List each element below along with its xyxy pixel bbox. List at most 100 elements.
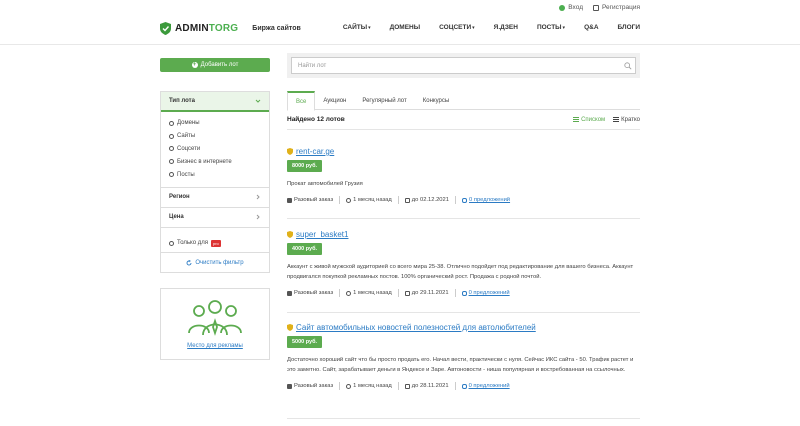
search-bar: Найти лот xyxy=(287,53,640,78)
main-nav: САЙТЫ▾ ДОМЕНЫ СОЦСЕТИ▾ Я.ДЗЕН ПОСТЫ▾ Q&A… xyxy=(343,24,640,31)
list-icon xyxy=(573,117,580,122)
tab-auction[interactable]: Аукцион xyxy=(315,91,354,110)
caret-down-icon: ▾ xyxy=(562,25,566,31)
briefcase-icon xyxy=(287,197,292,203)
filter-region[interactable]: Регион xyxy=(161,186,269,207)
lot-type-option-sites[interactable]: Сайты xyxy=(169,130,261,143)
meta-separator xyxy=(454,196,456,204)
meta-separator xyxy=(454,382,456,390)
results-count: Найдено 12 лотов xyxy=(287,116,345,123)
option-label: Посты xyxy=(177,171,195,178)
add-lot-button[interactable]: + Добавить лот xyxy=(160,58,270,72)
calendar-icon xyxy=(404,383,410,389)
lot-type-option-business[interactable]: Бизнес в интернете xyxy=(169,155,261,168)
shield-icon xyxy=(287,148,293,155)
clear-filter-button[interactable]: Очистить фильтр xyxy=(161,252,269,272)
logo[interactable]: ADMINTORG Биржа сайтов xyxy=(160,22,301,35)
lot-type-option-posts[interactable]: Посты xyxy=(169,168,261,181)
lot-date-text: 1 месяц назад xyxy=(353,383,392,389)
register-link[interactable]: Регистрация xyxy=(593,4,640,11)
lot-deadline-text: до 28.11.2021 xyxy=(411,383,449,389)
lot-type-list: Домены Сайты Соцсети Бизнес в интернете … xyxy=(161,112,269,187)
meta-separator xyxy=(454,289,456,297)
lot-item: rent-car.ge 8000 руб. Прокат автомобилей… xyxy=(287,147,640,204)
login-link[interactable]: Вход xyxy=(559,4,583,11)
clock-icon xyxy=(346,197,352,203)
nav-label: БЛОГИ xyxy=(617,24,640,31)
calendar-icon xyxy=(404,197,410,203)
nav-label: Q&A xyxy=(584,24,599,31)
lot-date: 1 месяц назад xyxy=(346,383,392,389)
shield-icon xyxy=(287,231,293,238)
nav-item-zen[interactable]: Я.ДЗЕН xyxy=(494,24,518,31)
caret-down-icon: ▾ xyxy=(368,25,371,31)
lot-offers-link[interactable]: 0 предложений xyxy=(469,197,510,203)
pro-badge: pro xyxy=(210,239,221,247)
lot-description: Достаточно хороший сайт что бы просто пр… xyxy=(287,357,634,373)
filter-price[interactable]: Цена xyxy=(161,206,269,227)
nav-item-blogs[interactable]: БЛОГИ xyxy=(618,24,640,31)
lot-description: Прокат автомобилей Грузия xyxy=(287,181,363,187)
lot-offers-link[interactable]: 0 предложений xyxy=(469,383,510,389)
option-label: Соцсети xyxy=(177,145,201,152)
lot-offers-link[interactable]: 0 предложений xyxy=(469,290,510,296)
tab-all[interactable]: Все xyxy=(287,91,316,111)
filter-panel: Тип лота Домены Сайты Соцсети Бизнес в и… xyxy=(160,91,270,273)
caret-down-icon: ▾ xyxy=(472,25,475,31)
lot-description: Аккаунт с живой мужской аудиторией со вс… xyxy=(287,264,634,280)
region-label: Регион xyxy=(169,194,190,201)
meta-separator xyxy=(339,196,341,204)
meta-separator xyxy=(339,289,341,297)
chevron-right-icon xyxy=(256,195,260,200)
brand-part-admin: ADMIN xyxy=(175,23,209,34)
chevron-right-icon xyxy=(256,215,260,220)
filter-lot-type-header[interactable]: Тип лота xyxy=(161,92,269,112)
lot-title-link[interactable]: super_basket1 xyxy=(296,230,348,239)
price-label: Цена xyxy=(169,214,184,221)
tab-contests[interactable]: Конкурсы xyxy=(415,91,457,110)
lot-meta: Разовый заказ 1 месяц назад до 02.12.202… xyxy=(287,196,640,204)
lot-type-option-social[interactable]: Соцсети xyxy=(169,143,261,156)
nav-item-social[interactable]: СОЦСЕТИ▾ xyxy=(439,24,475,31)
nav-label: СОЦСЕТИ xyxy=(439,24,472,31)
lot-type-option-domains[interactable]: Домены xyxy=(169,117,261,130)
view-brief-button[interactable]: Кратко xyxy=(613,117,640,123)
brand-name: ADMINTORG xyxy=(175,23,238,34)
clear-filter-label: Очистить фильтр xyxy=(195,259,244,266)
search-icon[interactable] xyxy=(624,62,632,70)
people-icon xyxy=(188,300,242,336)
nav-item-domains[interactable]: ДОМЕНЫ xyxy=(390,24,421,31)
nav-item-posts[interactable]: ПОСТЫ▾ xyxy=(537,24,565,31)
option-label: Сайты xyxy=(177,133,196,140)
view-brief-label: Кратко xyxy=(621,117,640,123)
lot-offers: 0 предложений xyxy=(461,383,510,389)
radio-icon xyxy=(169,146,174,152)
shield-icon xyxy=(287,324,293,331)
lot-price: 8000 руб. xyxy=(287,160,323,172)
lot-deadline-text: до 02.12.2021 xyxy=(411,197,449,203)
nav-label: Я.ДЗЕН xyxy=(493,24,518,31)
header: ADMINTORG Биржа сайтов САЙТЫ▾ ДОМЕНЫ СОЦ… xyxy=(0,16,800,44)
meta-separator xyxy=(397,196,399,204)
view-list-button[interactable]: Списком xyxy=(573,117,605,123)
nav-label: ПОСТЫ xyxy=(536,24,562,31)
radio-icon xyxy=(169,120,174,126)
tagline: Биржа сайтов xyxy=(252,25,301,32)
lot-date: 1 месяц назад xyxy=(346,290,392,296)
search-input[interactable]: Найти лот xyxy=(291,57,636,74)
radio-icon xyxy=(169,172,174,178)
header-divider xyxy=(0,44,800,45)
lot-title-link[interactable]: rent-car.ge xyxy=(296,147,334,156)
tab-regular[interactable]: Регулярный лот xyxy=(354,91,414,110)
clock-icon xyxy=(346,290,352,296)
view-switch: Списком Кратко xyxy=(573,117,640,123)
lot-item: Сайт автомобильных новостей полезностей … xyxy=(287,323,640,390)
lot-date-text: 1 месяц назад xyxy=(353,197,392,203)
meta-separator xyxy=(397,382,399,390)
nav-item-qa[interactable]: Q&A xyxy=(584,24,598,31)
ad-link[interactable]: Место для рекламы xyxy=(187,343,243,349)
lot-offers: 0 предложений xyxy=(461,197,510,203)
nav-item-sites[interactable]: САЙТЫ▾ xyxy=(343,24,371,31)
lot-title-link[interactable]: Сайт автомобильных новостей полезностей … xyxy=(296,323,536,332)
lot-deadline: до 28.11.2021 xyxy=(404,383,449,389)
